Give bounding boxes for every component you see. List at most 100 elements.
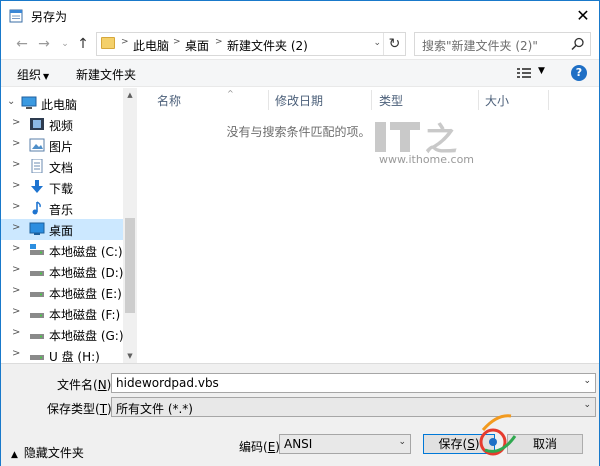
- chevron-right-icon[interactable]: >: [12, 201, 20, 212]
- search-box[interactable]: 搜索"新建文件夹 (2)": [414, 32, 591, 56]
- tree-item-drive-e[interactable]: > 本地磁盘 (E:): [1, 282, 123, 303]
- tree-item-pictures[interactable]: > 图片: [1, 135, 123, 156]
- tree-item-documents[interactable]: > 文档: [1, 156, 123, 177]
- filename-accesskey: N: [97, 378, 107, 392]
- refresh-icon: ↻: [388, 36, 401, 52]
- encoding-label-text: 编码(: [239, 440, 268, 454]
- tree-label: 文档: [49, 161, 74, 175]
- up-button[interactable]: ↑: [74, 34, 92, 54]
- scrollbar-thumb[interactable]: [125, 218, 135, 313]
- chevron-down-icon[interactable]: ⌄: [398, 437, 406, 447]
- tree-item-usb-h[interactable]: > U 盘 (H:): [1, 345, 123, 363]
- filetype-label: 保存类型(T):: [47, 400, 116, 417]
- close-button[interactable]: ✕: [571, 4, 595, 28]
- chevron-right-icon[interactable]: >: [12, 138, 20, 149]
- window-title: 另存为: [31, 10, 68, 24]
- new-folder-button[interactable]: 新建文件夹: [76, 66, 136, 83]
- close-icon: ✕: [576, 6, 590, 25]
- tree-item-drive-c[interactable]: > 本地磁盘 (C:): [1, 240, 123, 261]
- column-divider[interactable]: [548, 90, 549, 110]
- tree-label: 本地磁盘 (E:): [49, 287, 122, 301]
- back-arrow-icon: ←: [16, 36, 28, 52]
- refresh-button[interactable]: ↻: [383, 33, 405, 55]
- tree-label: 本地磁盘 (C:): [49, 245, 123, 259]
- column-header-type[interactable]: 类型: [379, 92, 403, 110]
- filename-input[interactable]: hidewordpad.vbs ⌄: [111, 373, 596, 393]
- scroll-up-icon[interactable]: ▲: [123, 88, 137, 102]
- column-divider[interactable]: [478, 90, 479, 110]
- encoding-select[interactable]: ANSI ⌄: [279, 434, 411, 454]
- breadcrumb-separator-icon[interactable]: >: [173, 37, 181, 47]
- view-dropdown-icon[interactable]: ▼: [538, 66, 545, 76]
- column-header-size[interactable]: 大小: [485, 92, 509, 110]
- chevron-right-icon[interactable]: >: [12, 159, 20, 170]
- chevron-down-icon[interactable]: ⌄: [583, 400, 591, 410]
- title-bar: 另存为 ✕: [1, 1, 599, 31]
- scroll-down-icon[interactable]: ▼: [123, 349, 137, 363]
- usb-drive-icon: [30, 355, 44, 360]
- watermark-url: www.ithome.com: [379, 153, 475, 166]
- column-divider[interactable]: [268, 90, 269, 110]
- search-placeholder: 搜索"新建文件夹 (2)": [422, 39, 538, 53]
- breadcrumb-desktop[interactable]: 桌面: [185, 37, 209, 54]
- back-button[interactable]: ←: [13, 34, 31, 54]
- breadcrumb-current-folder[interactable]: 新建文件夹 (2): [227, 37, 308, 54]
- drive-icon: [30, 334, 44, 339]
- tree-label: U 盘 (H:): [49, 350, 100, 363]
- folder-icon: [101, 37, 115, 49]
- filetype-value: 所有文件 (*.*): [116, 402, 193, 416]
- address-dropdown-icon[interactable]: ⌄: [373, 38, 381, 48]
- chevron-right-icon[interactable]: >: [12, 222, 20, 233]
- chevron-up-icon: ▲: [11, 450, 18, 460]
- chevron-right-icon[interactable]: >: [12, 306, 20, 317]
- encoding-value: ANSI: [284, 437, 313, 451]
- column-name-label: 名称: [157, 94, 182, 108]
- organize-button[interactable]: 组织 ▼: [17, 66, 49, 83]
- breadcrumb-separator-icon[interactable]: >: [121, 37, 129, 47]
- column-divider[interactable]: [371, 90, 372, 110]
- tree-item-desktop[interactable]: > 桌面: [1, 219, 123, 240]
- chevron-right-icon[interactable]: >: [12, 327, 20, 338]
- nav-scrollbar[interactable]: ▲ ▼: [123, 88, 137, 363]
- tree-item-drive-g[interactable]: > 本地磁盘 (G:): [1, 324, 124, 345]
- tree-label: 视频: [49, 119, 74, 133]
- tree-item-this-pc[interactable]: ⌄ 此电脑: [1, 93, 123, 114]
- forward-button[interactable]: →: [35, 34, 53, 54]
- drive-icon: [30, 292, 44, 297]
- chevron-right-icon[interactable]: >: [12, 117, 20, 128]
- hide-folders-toggle[interactable]: ▲ 隐藏文件夹: [11, 444, 84, 461]
- search-icon[interactable]: [570, 36, 586, 52]
- chevron-down-icon[interactable]: ⌄: [583, 376, 591, 386]
- tree-label: 桌面: [49, 224, 74, 238]
- chevron-right-icon[interactable]: >: [12, 348, 20, 359]
- column-header-date[interactable]: 修改日期: [275, 92, 323, 110]
- chevron-right-icon[interactable]: >: [12, 243, 20, 254]
- tree-item-downloads[interactable]: > 下载: [1, 177, 123, 198]
- filename-value[interactable]: hidewordpad.vbs: [116, 376, 219, 390]
- tree-item-videos[interactable]: > 视频: [1, 114, 123, 135]
- pc-site-watermark-logo: [479, 414, 517, 456]
- navigation-pane: ⌄ 此电脑 > 视频 > 图片 > 文档 > 下载 > 音乐 > 桌面 > 本地…: [1, 88, 137, 363]
- documents-icon: [31, 159, 43, 173]
- column-header-name[interactable]: ^ 名称: [157, 89, 234, 110]
- tree-label: 本地磁盘 (G:): [49, 329, 124, 343]
- hide-folders-label: 隐藏文件夹: [23, 446, 84, 460]
- view-options-icon[interactable]: [517, 67, 531, 79]
- chevron-right-icon[interactable]: >: [12, 180, 20, 191]
- chevron-down-icon[interactable]: ⌄: [7, 96, 15, 107]
- tree-item-drive-f[interactable]: > 本地磁盘 (F:): [1, 303, 123, 324]
- filename-label-text: 文件名(: [57, 378, 98, 392]
- recent-locations-button[interactable]: ⌄: [56, 34, 74, 54]
- file-list[interactable]: ^ 名称 修改日期 类型 大小 没有与搜索条件匹配的项。: [138, 88, 599, 363]
- save-as-dialog: 另存为 ✕ ← → ⌄ ↑ > 此电脑 > 桌面 > 新建文件夹 (2) ⌄ ↻…: [0, 0, 600, 466]
- address-bar[interactable]: > 此电脑 > 桌面 > 新建文件夹 (2) ⌄ ↻: [96, 32, 406, 56]
- breadcrumb-separator-icon[interactable]: >: [215, 37, 223, 47]
- tree-item-drive-d[interactable]: > 本地磁盘 (D:): [1, 261, 123, 282]
- tree-label: 此电脑: [41, 98, 78, 112]
- chevron-right-icon[interactable]: >: [12, 264, 20, 275]
- tree-item-music[interactable]: > 音乐: [1, 198, 123, 219]
- chevron-right-icon[interactable]: >: [12, 285, 20, 296]
- breadcrumb-this-pc[interactable]: 此电脑: [133, 37, 169, 54]
- help-button[interactable]: ?: [571, 65, 587, 81]
- tree-label: 下载: [49, 182, 74, 196]
